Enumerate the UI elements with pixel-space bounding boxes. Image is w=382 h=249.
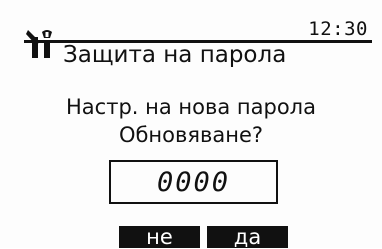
password-value: 0000: [156, 166, 231, 198]
page-title: Защита на парола: [63, 42, 287, 68]
no-button[interactable]: не: [119, 226, 200, 248]
prompt-question: Обновяване?: [118, 123, 264, 147]
wrench-screwdriver-icon: [26, 30, 52, 58]
clock: 12:30: [308, 18, 368, 40]
password-field[interactable]: 0000: [109, 160, 278, 204]
display-screen: 12:30 Защита на парола Настр. на нова па…: [0, 0, 382, 248]
prompt-text: Настр. на нова парола: [66, 95, 316, 119]
yes-button[interactable]: да: [207, 226, 288, 248]
